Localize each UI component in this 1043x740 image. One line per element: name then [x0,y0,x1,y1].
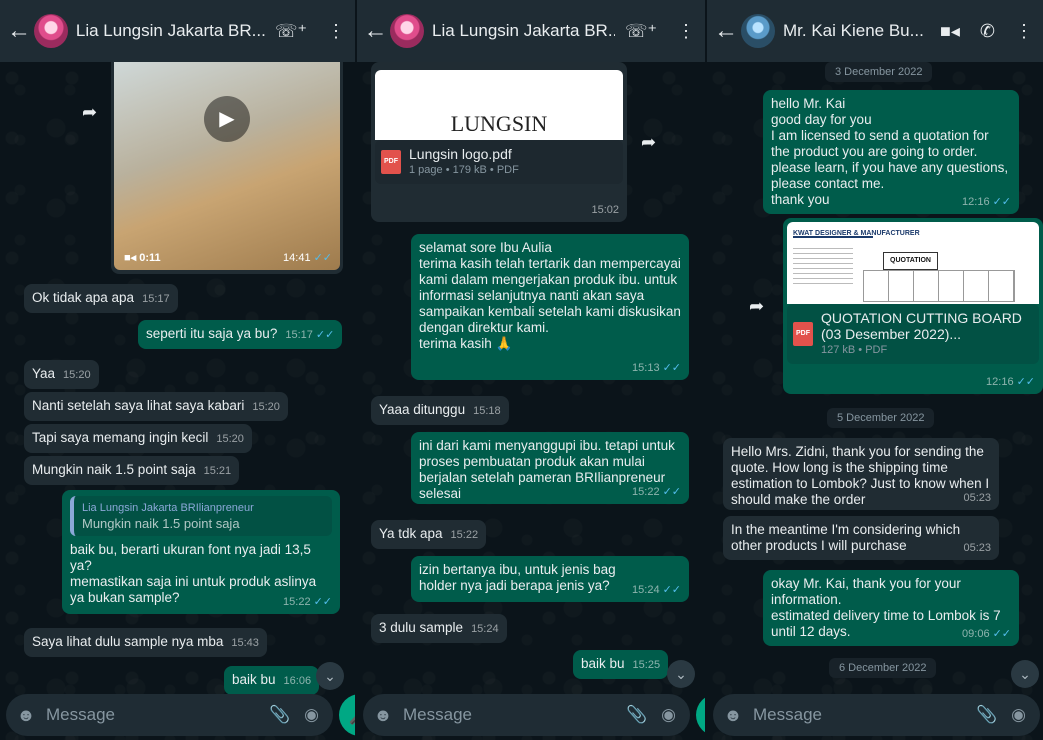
message-input-box[interactable]: ☻ 📎 ◉ [363,694,691,736]
chat-header: ← Mr. Kai Kiene Bu... ■◂ ✆ ⋮ [707,0,1043,62]
chat-header: ← Lia Lungsin Jakarta BR... ☏⁺ ⋮ [0,0,355,62]
add-call-icon[interactable]: ☏⁺ [625,21,657,42]
message-bubble[interactable]: seperti itu saja ya bu? 15:17 ✓✓ [138,320,343,349]
chat-header: ← Lia Lungsin Jakarta BR... ☏⁺ ⋮ [357,0,705,62]
camera-icon[interactable]: ◉ [1011,705,1026,725]
message-bubble[interactable]: ini dari kami menyanggupi ibu. tetapi un… [411,432,689,504]
mic-icon[interactable]: 🎤 [339,694,355,736]
read-tick-icon: ✓✓ [313,596,332,608]
avatar[interactable] [741,14,775,48]
chat-panel-2: ← Lia Lungsin Jakarta BR... ☏⁺ ⋮ LUNGSIN… [357,0,705,740]
message-bubble[interactable]: Yaa 15:20 [24,360,99,389]
message-input-box[interactable]: ☻ 📎 ◉ [713,694,1041,736]
message-list[interactable]: 3 December 2022 hello Mr. Kai good day f… [707,62,1043,690]
message-bubble[interactable]: Tapi saya memang ingin kecil 15:20 [24,424,252,453]
video-camera-icon: ■◂ [124,252,140,264]
video-thumbnail[interactable]: ▶ ■◂ 0:11 14:41 ✓✓ [114,62,340,270]
message-bubble[interactable]: Ya tdk apa 15:22 [371,520,487,549]
document-message[interactable]: LUNGSIN PDF Lungsin logo.pdf 1 page • 17… [371,62,627,222]
read-tick-icon: ✓✓ [662,486,681,498]
message-input[interactable] [44,704,269,726]
mic-icon[interactable]: 🎤 [696,694,705,736]
attach-icon[interactable]: 📎 [626,705,647,725]
date-separator: 5 December 2022 [827,408,935,428]
read-tick-icon: ✓✓ [1016,376,1035,388]
message-bubble[interactable]: 3 dulu sample 15:24 [371,614,507,643]
chat-title[interactable]: Mr. Kai Kiene Bu... [783,21,930,41]
back-arrow-icon[interactable]: ← [713,19,739,43]
chat-title[interactable]: Lia Lungsin Jakarta BR... [76,21,265,41]
scroll-down-icon[interactable]: ⌄ [1011,660,1039,688]
document-preview[interactable]: KWAT DESIGNER & MANUFACTURER QUOTATION [787,222,1039,304]
emoji-icon[interactable]: ☻ [16,705,36,725]
video-message[interactable]: ▶ ■◂ 0:11 14:41 ✓✓ [111,62,343,274]
back-arrow-icon[interactable]: ← [363,19,388,43]
message-bubble[interactable]: Ok tidak apa apa 15:17 [24,284,178,313]
more-options-icon[interactable]: ⋮ [1015,21,1033,42]
forward-icon[interactable]: ➦ [641,132,656,153]
message-bubble[interactable]: In the meantime I'm considering which ot… [723,516,999,560]
attach-icon[interactable]: 📎 [976,705,997,725]
play-icon[interactable]: ▶ [204,96,250,142]
read-tick-icon: ✓✓ [313,252,332,264]
video-time: 14:41 ✓✓ [283,252,332,264]
document-info[interactable]: PDF Lungsin logo.pdf 1 page • 179 kB • P… [375,140,623,184]
document-preview[interactable]: LUNGSIN [375,70,623,140]
message-bubble[interactable]: Mungkin naik 1.5 point saja 15:21 [24,456,240,485]
more-options-icon[interactable]: ⋮ [327,21,345,42]
message-bubble[interactable]: Nanti setelah saya lihat saya kabari 15:2… [24,392,288,421]
read-tick-icon: ✓✓ [662,584,681,596]
message-bubble[interactable]: okay Mr. Kai, thank you for your informa… [763,570,1019,646]
camera-icon[interactable]: ◉ [304,705,319,725]
message-input-box[interactable]: ☻ 📎 ◉ [6,694,334,736]
composer: ☻ 📎 ◉ 🎤 [357,690,705,740]
quoted-message[interactable]: Lia Lungsin Jakarta BRIlianpreneur Mungk… [70,496,332,536]
message-list[interactable]: LUNGSIN PDF Lungsin logo.pdf 1 page • 17… [357,62,705,690]
camera-icon[interactable]: ◉ [661,705,676,725]
message-bubble[interactable]: Saya lihat dulu sample nya mba 15:43 [24,628,267,657]
message-bubble[interactable]: hello Mr. Kai good day for you I am lice… [763,90,1019,214]
video-duration: ■◂ 0:11 [124,252,161,264]
chat-panel-1: ← Lia Lungsin Jakarta BR... ☏⁺ ⋮ ▶ ■◂ 0:… [0,0,355,740]
composer: ☻ 📎 ◉ 🎤 [0,690,355,740]
composer: ☻ 📎 ◉ 🎤 [707,690,1043,740]
voice-call-icon[interactable]: ✆ [980,21,995,42]
chat-panel-3: ← Mr. Kai Kiene Bu... ■◂ ✆ ⋮ 3 December … [707,0,1043,740]
read-tick-icon: ✓✓ [662,362,681,374]
document-message[interactable]: KWAT DESIGNER & MANUFACTURER QUOTATION P… [783,218,1043,394]
scroll-down-icon[interactable]: ⌄ [316,662,344,690]
pdf-icon: PDF [793,322,813,346]
message-bubble[interactable]: baik bu 15:25 [573,650,669,679]
message-bubble[interactable]: izin bertanya ibu, untuk jenis bag holde… [411,556,689,602]
screenshot-collage: ← Lia Lungsin Jakarta BR... ☏⁺ ⋮ ▶ ■◂ 0:… [0,0,1043,740]
read-tick-icon: ✓✓ [992,628,1011,640]
message-bubble[interactable]: Hello Mrs. Zidni, thank you for sending … [723,438,999,510]
avatar[interactable] [390,14,425,48]
forward-icon[interactable]: ➦ [749,296,764,317]
reply-message-bubble[interactable]: Lia Lungsin Jakarta BRIlianpreneur Mungk… [62,490,340,614]
pdf-icon: PDF [381,150,401,174]
chat-title[interactable]: Lia Lungsin Jakarta BR... [432,21,615,41]
forward-icon[interactable]: ➦ [82,102,97,123]
document-info[interactable]: PDF QUOTATION CUTTING BOARD (03 Desember… [787,304,1039,364]
emoji-icon[interactable]: ☻ [373,705,393,725]
more-options-icon[interactable]: ⋮ [677,21,695,42]
message-list[interactable]: ▶ ■◂ 0:11 14:41 ✓✓ ➦ Ok tidak apa apa 15:1… [0,62,355,695]
attach-icon[interactable]: 📎 [269,705,290,725]
add-call-icon[interactable]: ☏⁺ [275,21,307,42]
back-arrow-icon[interactable]: ← [6,19,32,43]
message-bubble[interactable]: Yaaa ditunggu 15:18 [371,396,509,425]
message-input[interactable] [401,704,626,726]
emoji-icon[interactable]: ☻ [723,705,743,725]
message-bubble[interactable]: selamat sore Ibu Aulia terima kasih tela… [411,234,689,380]
message-input[interactable] [751,704,976,726]
avatar[interactable] [33,14,68,48]
read-tick-icon: ✓✓ [992,196,1011,208]
date-separator: 3 December 2022 [825,62,933,82]
read-tick-icon: ✓✓ [315,329,335,341]
date-separator: 6 December 2022 [829,658,937,678]
video-call-icon[interactable]: ■◂ [940,21,960,42]
scroll-down-icon[interactable]: ⌄ [667,660,695,688]
